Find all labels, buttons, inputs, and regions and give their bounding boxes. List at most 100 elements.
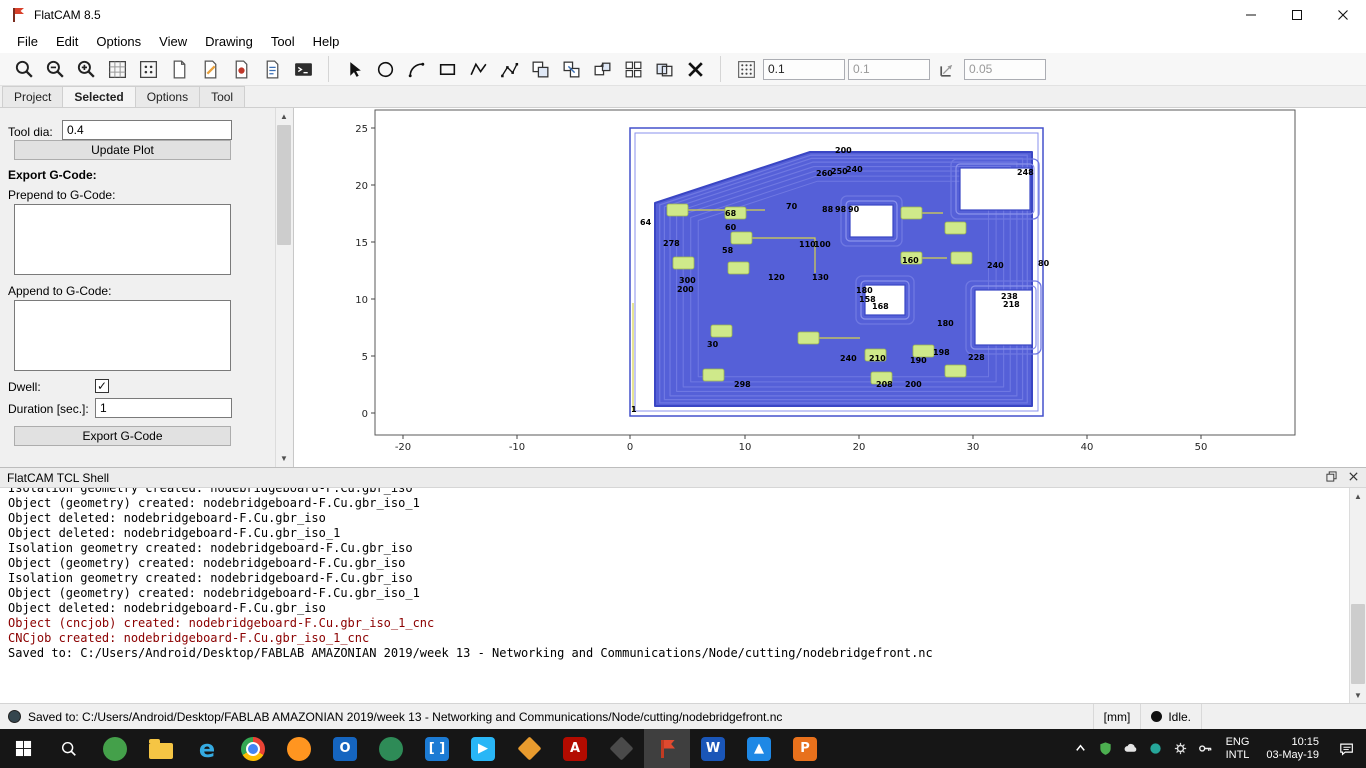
tray-chevron-icon[interactable] <box>1068 729 1093 768</box>
shell-scrollbar[interactable]: ▲ ▼ <box>1349 488 1366 703</box>
script-icon[interactable] <box>258 55 286 83</box>
scroll-up-icon[interactable]: ▲ <box>276 108 292 125</box>
taskbar-app-green-app[interactable] <box>92 729 138 768</box>
snap-corner-icon[interactable] <box>933 55 961 83</box>
snap-max-input[interactable] <box>964 58 1046 80</box>
new-project-icon[interactable] <box>165 55 193 83</box>
tray-key-icon[interactable] <box>1193 729 1218 768</box>
menu-item-help[interactable]: Help <box>304 32 349 51</box>
taskbar-clock[interactable]: 10:15 03-May-19 <box>1257 736 1328 762</box>
menu-item-edit[interactable]: Edit <box>47 32 87 51</box>
shell-scroll-thumb[interactable] <box>1351 604 1365 684</box>
taskbar-app-acrobat[interactable]: A <box>552 729 598 768</box>
minimize-button[interactable] <box>1228 0 1274 30</box>
edit-geometry-icon[interactable] <box>196 55 224 83</box>
move-objects-icon[interactable] <box>588 55 616 83</box>
taskbar-app-flatcam[interactable] <box>644 729 690 768</box>
start-button[interactable] <box>0 729 46 768</box>
join-objects-icon[interactable] <box>650 55 678 83</box>
earth-icon <box>379 736 403 761</box>
taskbar-app-chrome[interactable] <box>230 729 276 768</box>
update-plot-button[interactable]: Update Plot <box>14 140 231 160</box>
grid-toggle-icon[interactable] <box>103 55 131 83</box>
grid-y-input[interactable] <box>848 58 930 80</box>
shell-line: Object (geometry) created: nodebridgeboa… <box>8 586 420 600</box>
editor-ok-icon[interactable] <box>227 55 255 83</box>
scroll-up-icon[interactable]: ▲ <box>1350 488 1366 505</box>
array-objects-icon[interactable] <box>619 55 647 83</box>
taskbar-search-button[interactable] <box>46 729 92 768</box>
shell-icon[interactable] <box>289 55 317 83</box>
taskbar-app-inkscape[interactable] <box>598 729 644 768</box>
shell-line: Object (geometry) created: nodebridgeboa… <box>8 496 420 510</box>
shell-body[interactable]: Isolation geometry created: nodebridgebo… <box>0 487 1366 703</box>
taskbar-app-orange-app[interactable]: P <box>782 729 828 768</box>
draw-path-icon[interactable] <box>495 55 523 83</box>
menu-item-file[interactable]: File <box>8 32 47 51</box>
zoom-out-icon[interactable] <box>41 55 69 83</box>
close-button[interactable] <box>1320 0 1366 30</box>
draw-polygon-icon[interactable] <box>464 55 492 83</box>
panel-scroll-thumb[interactable] <box>277 125 291 245</box>
taskbar-app-outlook[interactable]: O <box>322 729 368 768</box>
prepend-textarea[interactable] <box>14 204 231 275</box>
tab-project[interactable]: Project <box>2 86 64 107</box>
tray-cloud-icon[interactable] <box>1118 729 1143 768</box>
menu-item-options[interactable]: Options <box>87 32 150 51</box>
pointer-icon[interactable] <box>340 55 368 83</box>
export-gcode-button[interactable]: Export G-Code <box>14 426 231 446</box>
zoom-in-icon[interactable] <box>72 55 100 83</box>
close-shell-icon[interactable] <box>1348 471 1359 485</box>
tray-circle-icon[interactable] <box>1143 729 1168 768</box>
tab-selected[interactable]: Selected <box>62 86 136 107</box>
panel-scrollbar[interactable]: ▲ ▼ <box>275 108 292 467</box>
draw-rectangle-icon[interactable] <box>433 55 461 83</box>
plot-canvas[interactable]: 200260250240 2486427868605870 88 98 90110100… <box>295 108 1366 467</box>
tab-options[interactable]: Options <box>134 86 201 107</box>
taskbar-app-drawio[interactable] <box>506 729 552 768</box>
y-tick-label: 15 <box>355 238 368 249</box>
taskbar-app-word[interactable]: W <box>690 729 736 768</box>
grid-settings-icon[interactable] <box>134 55 162 83</box>
tool-dia-input[interactable] <box>62 120 232 140</box>
duration-input[interactable] <box>95 398 232 418</box>
copy-objects-icon[interactable] <box>526 55 554 83</box>
taskbar-app-edge[interactable]: e <box>184 729 230 768</box>
x-tick-label: -10 <box>509 442 525 453</box>
float-shell-icon[interactable] <box>1326 470 1337 485</box>
tab-tool[interactable]: Tool <box>199 86 246 107</box>
scroll-down-icon[interactable]: ▼ <box>276 450 292 467</box>
taskbar-app-code-app[interactable]: [ ] <box>414 729 460 768</box>
x-tick-label: 50 <box>1195 442 1208 453</box>
taskbar-app-photos[interactable]: ▲ <box>736 729 782 768</box>
draw-circle-icon[interactable] <box>371 55 399 83</box>
app-state: Idle. <box>1140 703 1201 730</box>
delete-shape-icon[interactable] <box>681 55 709 83</box>
menu-item-tool[interactable]: Tool <box>262 32 304 51</box>
grid-x-input[interactable] <box>763 58 845 80</box>
append-textarea[interactable] <box>14 300 231 371</box>
language-indicator[interactable]: ENG INTL <box>1218 736 1258 762</box>
maximize-button[interactable] <box>1274 0 1320 30</box>
x-tick-label: 40 <box>1081 442 1094 453</box>
dwell-checkbox[interactable]: ✓ <box>95 379 109 393</box>
x-tick-label: 30 <box>967 442 980 453</box>
draw-arc-icon[interactable] <box>402 55 430 83</box>
tray-shield-icon[interactable] <box>1093 729 1118 768</box>
taskbar-app-firefox[interactable] <box>276 729 322 768</box>
menu-item-view[interactable]: View <box>150 32 196 51</box>
snap-grid-icon[interactable] <box>732 55 760 83</box>
pcb-pad <box>727 261 750 275</box>
menu-item-drawing[interactable]: Drawing <box>196 32 262 51</box>
pcb-pad <box>950 251 973 265</box>
taskbar-app-earth[interactable] <box>368 729 414 768</box>
scroll-down-icon[interactable]: ▼ <box>1350 687 1366 703</box>
zoom-fit-icon[interactable] <box>10 55 38 83</box>
taskbar-app-file-explorer[interactable] <box>138 729 184 768</box>
pcb-label: 240 <box>840 354 857 363</box>
tray-gear-icon[interactable] <box>1168 729 1193 768</box>
dwell-label: Dwell: <box>8 380 41 394</box>
taskbar-app-media-app[interactable]: ▶ <box>460 729 506 768</box>
action-center-icon[interactable] <box>1328 729 1366 768</box>
duplicate-objects-icon[interactable] <box>557 55 585 83</box>
